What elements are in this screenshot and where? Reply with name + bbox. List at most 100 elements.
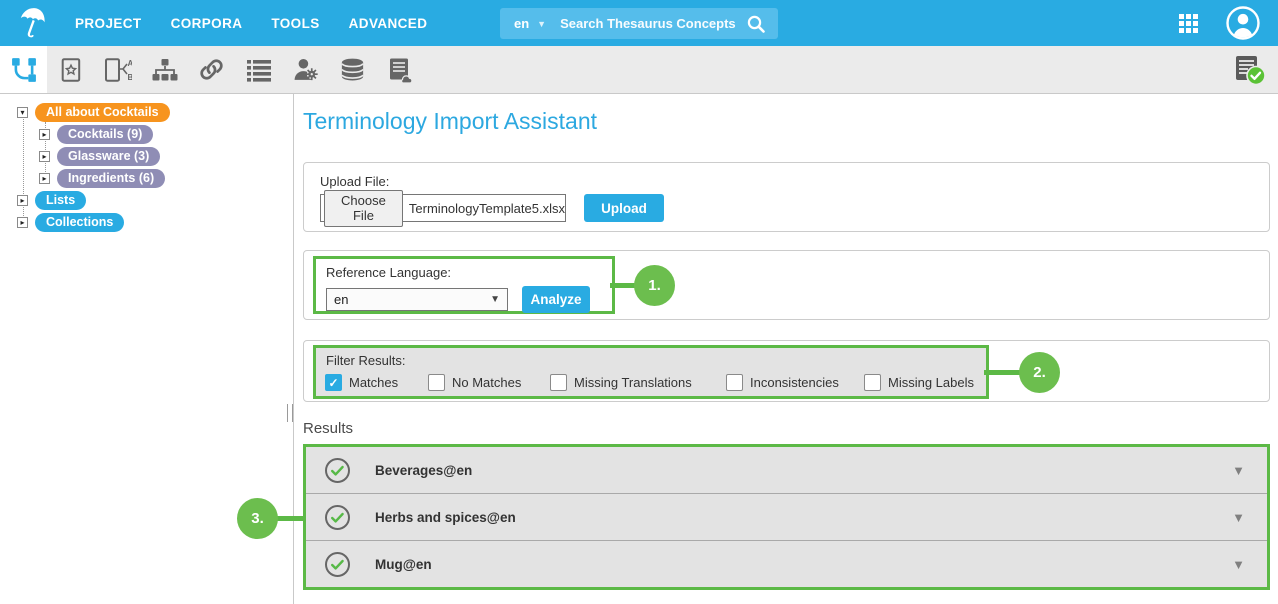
menu-corpora[interactable]: CORPORA — [171, 16, 243, 31]
upload-file-panel: Upload File: Choose File TerminologyTemp… — [303, 162, 1270, 232]
filter-label: Inconsistencies — [750, 375, 839, 390]
result-row-mug[interactable]: Mug@en ▼ — [306, 541, 1267, 587]
filter-missing-labels[interactable]: Missing Labels — [864, 374, 974, 391]
annotation-badge-1: 1. — [634, 265, 675, 306]
tree-item-ingredients[interactable]: ▸ Ingredients (6) — [39, 168, 165, 188]
checkbox-inconsistencies[interactable] — [726, 374, 743, 391]
expand-toggle-icon[interactable]: ▸ — [17, 195, 28, 206]
umbrella-logo-icon[interactable] — [16, 7, 50, 39]
checkbox-no-matches[interactable] — [428, 374, 445, 391]
menu-project[interactable]: PROJECT — [75, 16, 142, 31]
search-bar: en ▼ — [500, 8, 778, 39]
expand-toggle-icon[interactable]: ▸ — [39, 129, 50, 140]
reference-language-panel: Reference Language: en ▼ Analyze — [303, 250, 1270, 320]
link-button[interactable] — [188, 46, 235, 93]
import-report-status-button[interactable] — [1232, 46, 1266, 93]
upload-button[interactable]: Upload — [584, 194, 664, 222]
expand-toggle-icon[interactable]: ▸ — [39, 151, 50, 162]
reference-language-select[interactable]: en ▼ — [326, 288, 508, 311]
reference-language-label: Reference Language: — [326, 265, 451, 280]
filter-results-label: Filter Results: — [326, 353, 405, 368]
filter-inconsistencies[interactable]: Inconsistencies — [726, 374, 839, 391]
concept-pill[interactable]: Glassware (3) — [57, 147, 160, 166]
expand-row-icon[interactable]: ▼ — [1232, 510, 1245, 525]
filter-missing-translations[interactable]: Missing Translations — [550, 374, 692, 391]
list-button[interactable] — [235, 46, 282, 93]
annotation-badge-2: 2. — [1019, 352, 1060, 393]
choose-file-button[interactable]: Choose File — [324, 190, 403, 227]
expand-row-icon[interactable]: ▼ — [1232, 557, 1245, 572]
filter-no-matches[interactable]: No Matches — [428, 374, 521, 391]
selected-filename: TerminologyTemplate5.xlsx — [409, 201, 565, 216]
tree-item-collections[interactable]: ▸ Collections — [17, 212, 124, 232]
checkbox-matches[interactable] — [325, 374, 342, 391]
result-label: Mug@en — [375, 557, 432, 572]
menu-tools[interactable]: TOOLS — [271, 16, 319, 31]
filter-label: Missing Labels — [888, 375, 974, 390]
concept-pill[interactable]: Cocktails (9) — [57, 125, 153, 144]
user-account-icon[interactable] — [1225, 5, 1261, 41]
user-settings-button[interactable] — [282, 46, 329, 93]
document-star-icon — [59, 57, 83, 83]
project-toolbar: A B — [0, 46, 1278, 94]
document-star-button[interactable] — [47, 46, 94, 93]
chevron-down-icon: ▼ — [490, 294, 500, 305]
success-check-icon — [324, 551, 351, 578]
document-ab-button[interactable]: A B — [94, 46, 141, 93]
success-check-icon — [324, 504, 351, 531]
tree-item-all-about-cocktails[interactable]: ▾ All about Cocktails — [17, 102, 170, 122]
result-label: Herbs and spices@en — [375, 510, 516, 525]
results-list: Beverages@en ▼ Herbs and spices@en ▼ Mug… — [303, 444, 1270, 590]
selected-language-value: en — [334, 292, 348, 307]
sitemap-icon — [152, 58, 178, 82]
app-window: PROJECT CORPORA TOOLS ADVANCED en ▼ — [0, 0, 1278, 604]
filter-results-panel: Filter Results: Matches No Matches Missi… — [303, 340, 1270, 402]
chevron-down-icon[interactable]: ▼ — [537, 19, 546, 29]
document-ab-icon: A B — [104, 57, 132, 83]
sitemap-button[interactable] — [141, 46, 188, 93]
success-check-icon — [324, 457, 351, 484]
annotation-connector-3 — [276, 516, 305, 521]
main-menu: PROJECT CORPORA TOOLS ADVANCED — [75, 0, 456, 46]
upload-file-label: Upload File: — [320, 174, 389, 189]
collections-pill[interactable]: Collections — [35, 213, 124, 232]
annotation-connector-2 — [984, 370, 1021, 375]
main-content: Terminology Import Assistant Upload File… — [294, 94, 1278, 604]
expand-toggle-icon[interactable]: ▸ — [39, 173, 50, 184]
analyze-button[interactable]: Analyze — [522, 286, 590, 313]
file-input[interactable]: Choose File TerminologyTemplate5.xlsx — [320, 194, 566, 222]
filter-label: Matches — [349, 375, 398, 390]
tree-item-glassware[interactable]: ▸ Glassware (3) — [39, 146, 160, 166]
server-sync-button[interactable] — [376, 46, 423, 93]
lists-pill[interactable]: Lists — [35, 191, 86, 210]
annotation-connector-1 — [610, 283, 636, 288]
svg-text:B: B — [127, 73, 132, 82]
search-icon[interactable] — [746, 14, 766, 34]
report-check-icon — [1232, 54, 1266, 86]
database-icon — [340, 57, 365, 82]
expand-toggle-icon[interactable]: ▸ — [17, 217, 28, 228]
apps-grid-icon[interactable] — [1179, 14, 1199, 34]
svg-text:A: A — [127, 59, 132, 68]
tree-item-lists[interactable]: ▸ Lists — [17, 190, 86, 210]
list-icon — [246, 58, 272, 82]
search-language-select[interactable]: en — [514, 16, 529, 31]
result-row-herbs-and-spices[interactable]: Herbs and spices@en ▼ — [306, 494, 1267, 541]
sidebar-splitter-handle[interactable] — [287, 404, 293, 422]
concept-pill[interactable]: Ingredients (6) — [57, 169, 165, 188]
menu-advanced[interactable]: ADVANCED — [349, 16, 428, 31]
database-button[interactable] — [329, 46, 376, 93]
filter-label: Missing Translations — [574, 375, 692, 390]
filter-matches[interactable]: Matches — [325, 374, 398, 391]
collapse-toggle-icon[interactable]: ▾ — [17, 107, 28, 118]
expand-row-icon[interactable]: ▼ — [1232, 463, 1245, 478]
checkbox-missing-translations[interactable] — [550, 374, 567, 391]
page-title: Terminology Import Assistant — [303, 108, 597, 135]
search-input[interactable] — [560, 16, 742, 31]
concept-tree-button[interactable] — [0, 46, 47, 93]
result-row-beverages[interactable]: Beverages@en ▼ — [306, 447, 1267, 494]
concept-scheme-pill[interactable]: All about Cocktails — [35, 103, 170, 122]
user-settings-icon — [293, 57, 318, 82]
tree-item-cocktails[interactable]: ▸ Cocktails (9) — [39, 124, 153, 144]
checkbox-missing-labels[interactable] — [864, 374, 881, 391]
